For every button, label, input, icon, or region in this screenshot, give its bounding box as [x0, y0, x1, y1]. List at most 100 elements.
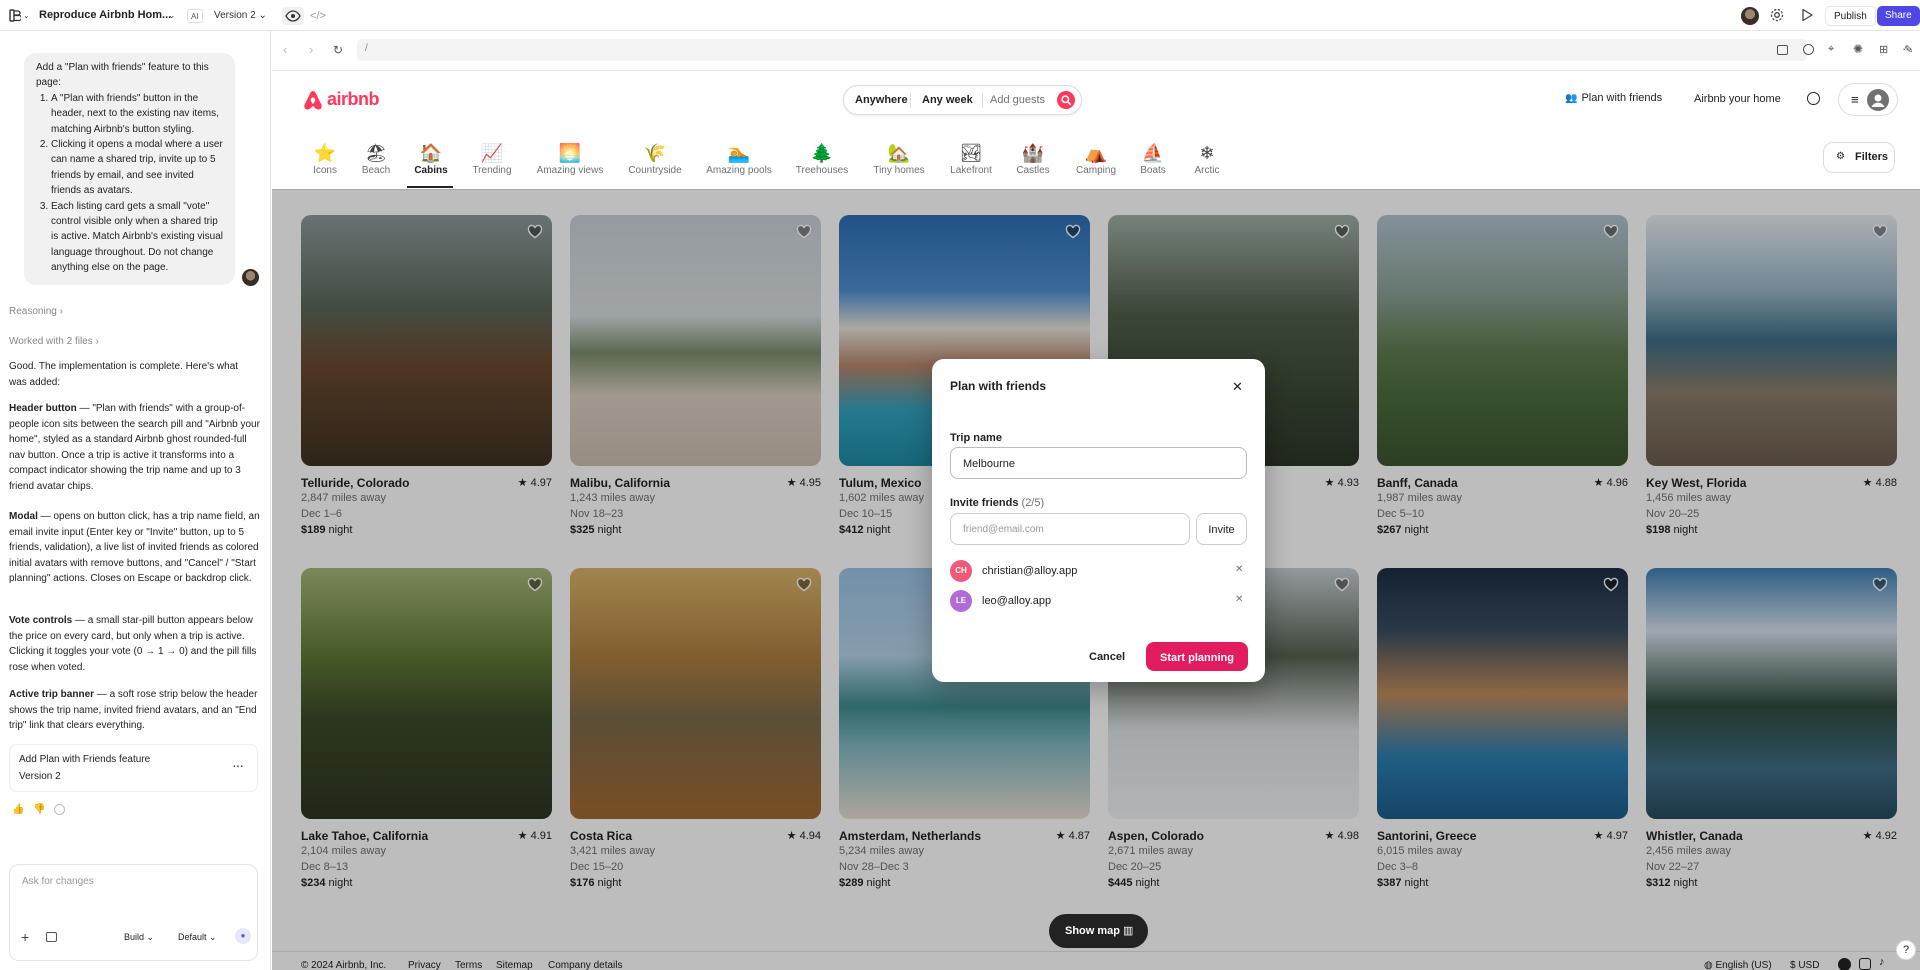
trip-name-input[interactable]: Melbourne [950, 447, 1247, 479]
category-amazing-pools[interactable]: 🏊 Amazing pools [706, 141, 772, 176]
thumbs-down-icon[interactable]: 👎 [33, 804, 45, 815]
category-trending[interactable]: 📈 Trending [472, 141, 511, 176]
chevron-right-icon: › [95, 336, 99, 347]
modal-title: Plan with friends [950, 379, 1047, 393]
version-card-title: Add Plan with Friends feature [19, 754, 151, 765]
category-arctic[interactable]: ❄ Arctic [1195, 141, 1220, 176]
category-tiny-homes[interactable]: 🏡 Tiny homes [873, 141, 924, 176]
category-label: Amazing pools [706, 165, 772, 176]
microphone-icon[interactable]: ● [235, 928, 251, 944]
category-cabins[interactable]: 🏠 Cabins [414, 141, 447, 176]
gear-icon[interactable] [1769, 7, 1785, 23]
category-beach[interactable]: 🏖 Beach [362, 141, 390, 176]
publish-button[interactable]: Publish [1825, 6, 1876, 26]
attach-icon[interactable] [46, 932, 57, 942]
category-treehouses[interactable]: 🌲 Treehouses [796, 141, 848, 176]
search-button[interactable] [1057, 91, 1075, 109]
boat-icon: ⛵ [1141, 143, 1165, 163]
copy-icon[interactable] [54, 804, 65, 815]
version-card[interactable]: Add Plan with Friends feature Version 2 … [9, 744, 258, 792]
chat-input-box[interactable]: Ask for changes + Build ⌄ Default ⌄ ● [9, 864, 258, 961]
chat-input[interactable]: Ask for changes [22, 876, 94, 887]
category-label: Treehouses [795, 165, 849, 176]
trending-chart-icon: 📈 [480, 143, 504, 163]
chevron-down-icon[interactable]: ⌄ [168, 0, 176, 31]
close-icon[interactable]: ✕ [1232, 379, 1243, 395]
refresh-icon[interactable]: ↻ [333, 43, 343, 57]
airbnb-logo-icon[interactable] [302, 88, 324, 112]
invite-friends-label: Invite friends (2/5) [950, 497, 1044, 509]
app-logo-icon[interactable] [9, 9, 23, 22]
code-icon[interactable]: </> [309, 8, 327, 24]
model-selector[interactable]: Default ⌄ [178, 932, 217, 943]
avatar [242, 269, 259, 286]
category-label: Lakefront [950, 165, 992, 176]
globe-icon[interactable] [1807, 92, 1820, 105]
avatar[interactable] [1741, 7, 1759, 25]
category-label: Countryside [628, 165, 682, 176]
search-pill[interactable]: Anywhere Any week Add guests [843, 85, 1082, 115]
category-castles[interactable]: 🏰 Castles [1016, 141, 1049, 176]
airbnb-your-home-link[interactable]: Airbnb your home [1694, 93, 1781, 105]
eye-icon[interactable] [282, 7, 304, 25]
chat-panel: Add a "Plan with friends" feature to thi… [0, 31, 271, 970]
comment-icon[interactable] [1803, 44, 1814, 55]
category-amazing-views[interactable]: 🌅 Amazing views [537, 141, 604, 176]
category-label: Trending [472, 165, 512, 176]
assistant-reply-intro: Good. The implementation is complete. He… [9, 361, 239, 388]
invite-button[interactable]: Invite [1196, 513, 1247, 545]
plan-with-friends-button[interactable]: 👥 Plan with friends [1565, 92, 1662, 108]
add-icon[interactable]: + [21, 929, 29, 945]
list-item: A "Plan with friends" button in the head… [51, 91, 223, 137]
search-where[interactable]: Anywhere [855, 94, 908, 106]
category-countryside[interactable]: 🌾 Countryside [628, 141, 681, 176]
more-options-icon[interactable]: ··· [1902, 41, 1913, 56]
search-who[interactable]: Add guests [990, 94, 1045, 106]
help-icon[interactable]: ? [1896, 940, 1916, 960]
ai-badge[interactable]: AI [187, 9, 203, 23]
url-field[interactable]: / [357, 39, 1807, 61]
thumbs-up-icon[interactable]: 👍 [12, 804, 24, 815]
category-camping[interactable]: ⛺ Camping [1076, 141, 1116, 176]
category-label: Castles [1016, 165, 1050, 176]
chevron-down-icon[interactable]: ⌄ [23, 11, 30, 20]
reply-heading: Header button [9, 403, 77, 414]
device-icon[interactable] [1777, 45, 1788, 55]
start-planning-button[interactable]: Start planning [1146, 642, 1248, 671]
category-boats[interactable]: ⛵ Boats [1140, 141, 1166, 176]
reasoning-label: Reasoning [9, 306, 57, 317]
remove-icon[interactable]: ✕ [1235, 594, 1243, 605]
user-message: Add a "Plan with friends" feature to thi… [24, 53, 235, 285]
select-element-icon[interactable]: ⌖ [1828, 43, 1834, 56]
remove-icon[interactable]: ✕ [1235, 564, 1243, 575]
reply-section: Modal — opens on button click, has a tri… [9, 509, 260, 587]
avatar: CH [950, 560, 972, 582]
user-menu-button[interactable]: ≡ [1838, 83, 1898, 116]
airbnb-logo-text[interactable]: airbnb [327, 89, 380, 110]
list-item: Each listing card gets a small "vote" co… [51, 199, 223, 276]
play-icon[interactable] [1800, 8, 1814, 22]
start-planning-label: Start planning [1160, 652, 1234, 664]
reply-text: — opens on button click, has a trip name… [9, 511, 260, 584]
theme-icon[interactable]: ✺ [1853, 42, 1863, 56]
show-map-button[interactable]: Show map ▥ [1049, 914, 1148, 948]
project-title[interactable]: Reproduce Airbnb Hom... [39, 0, 171, 31]
more-options-icon[interactable]: ··· [232, 757, 244, 773]
worked-files-toggle[interactable]: Worked with 2 files › [9, 334, 99, 350]
version-selector[interactable]: Version 2 ⌄ [214, 0, 267, 31]
tiny-home-icon: 🏡 [887, 143, 911, 163]
search-when[interactable]: Any week [922, 94, 973, 106]
cancel-button[interactable]: Cancel [1089, 651, 1125, 663]
tent-icon: ⛺ [1084, 143, 1108, 163]
reasoning-toggle[interactable]: Reasoning › [9, 304, 63, 320]
back-icon[interactable]: ‹ [283, 42, 287, 57]
category-active-underline [407, 186, 453, 188]
share-button[interactable]: Share [1877, 6, 1920, 26]
category-lakefront[interactable]: 🏞 Lakefront [950, 141, 992, 176]
layout-icon[interactable]: ⊞ [1879, 43, 1888, 56]
category-icons[interactable]: ⭐ Icons [313, 141, 337, 176]
forward-icon[interactable]: › [309, 42, 313, 57]
filters-button[interactable]: ⚙ Filters [1823, 142, 1895, 173]
build-mode-selector[interactable]: Build ⌄ [124, 932, 154, 943]
email-field[interactable]: friend@email.com [950, 513, 1190, 545]
